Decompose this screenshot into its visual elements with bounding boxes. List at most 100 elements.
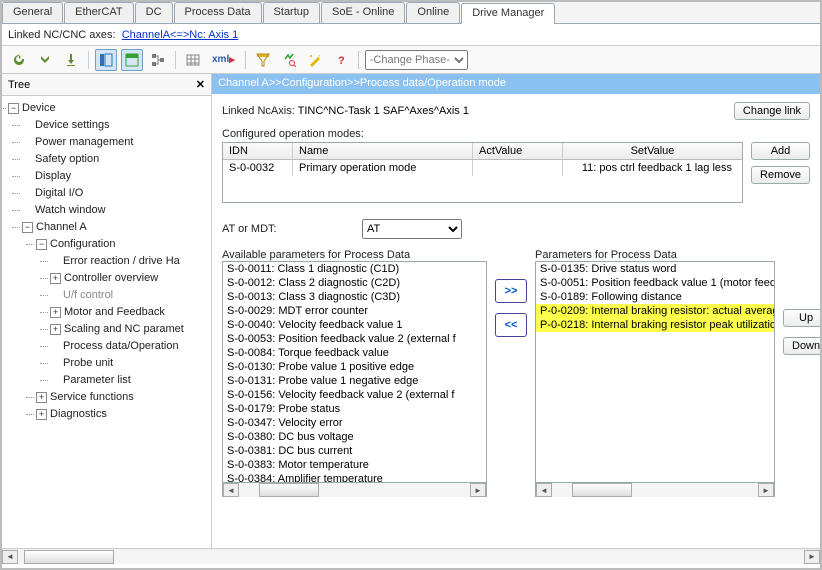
list-item[interactable]: S-0-0013: Class 3 diagnostic (C3D) — [223, 290, 486, 304]
tree-node-device[interactable]: Device — [22, 102, 56, 114]
xml-icon[interactable]: xml▸ — [208, 49, 239, 71]
list-item[interactable]: S-0-0012: Class 2 diagnostic (C2D) — [223, 276, 486, 290]
download-icon[interactable] — [60, 49, 82, 71]
list-item[interactable]: S-0-0135: Drive status word — [536, 262, 774, 276]
atmdt-select[interactable]: AT MDT — [362, 219, 462, 239]
tree-item[interactable]: Power management — [35, 136, 133, 148]
tree-item[interactable]: Motor and Feedback — [64, 306, 165, 318]
close-icon[interactable]: ✕ — [196, 78, 205, 91]
list-item[interactable]: S-0-0084: Torque feedback value — [223, 346, 486, 360]
list-item[interactable]: S-0-0179: Probe status — [223, 402, 486, 416]
tree-item[interactable]: Service functions — [50, 391, 134, 403]
list-item[interactable]: S-0-0156: Velocity feedback value 2 (ext… — [223, 388, 486, 402]
list-item[interactable]: S-0-0381: DC bus current — [223, 444, 486, 458]
tab-general[interactable]: General — [2, 2, 63, 23]
device-tree[interactable]: −Device Device settings Power management… — [2, 96, 211, 548]
tree-item[interactable]: U/f control — [63, 289, 113, 301]
collapse-icon[interactable] — [34, 49, 56, 71]
linked-axes-link[interactable]: ChannelA<=>Nc: Axis 1 — [122, 29, 239, 41]
up-button[interactable]: Up — [783, 309, 820, 327]
scroll-right-icon[interactable]: ► — [758, 483, 774, 497]
expand-icon[interactable]: + — [50, 324, 61, 335]
list-item[interactable]: S-0-0383: Motor temperature — [223, 458, 486, 472]
layout-list-icon[interactable] — [121, 49, 143, 71]
linked-bar: Linked NC/CNC axes: ChannelA<=>Nc: Axis … — [2, 24, 820, 46]
tab-soe-online[interactable]: SoE - Online — [321, 2, 405, 23]
remove-button[interactable]: Remove — [751, 166, 810, 184]
tree-item[interactable]: Scaling and NC paramet — [64, 323, 184, 335]
table-icon[interactable] — [182, 49, 204, 71]
scroll-left-icon[interactable]: ◄ — [2, 550, 18, 564]
tree-node-channel[interactable]: Channel A — [36, 221, 87, 233]
expand-icon[interactable]: + — [36, 392, 47, 403]
search-icon[interactable] — [278, 49, 300, 71]
add-button[interactable]: Add — [751, 142, 810, 160]
phase-select[interactable]: -Change Phase- — [365, 50, 468, 70]
tree-item[interactable]: Digital I/O — [35, 187, 83, 199]
refresh-icon[interactable] — [8, 49, 30, 71]
tree-item[interactable]: Process data/Operation — [63, 340, 179, 352]
opmodes-th-idn[interactable]: IDN — [223, 143, 293, 159]
scroll-right-icon[interactable]: ► — [804, 550, 820, 564]
list-item[interactable]: S-0-0131: Probe value 1 negative edge — [223, 374, 486, 388]
list-item[interactable]: S-0-0130: Probe value 1 positive edge — [223, 360, 486, 374]
opmodes-th-name[interactable]: Name — [293, 143, 473, 159]
tree-item[interactable]: Diagnostics — [50, 408, 107, 420]
expand-icon[interactable]: + — [50, 307, 61, 318]
tree-item[interactable]: Safety option — [35, 153, 99, 165]
scroll-right-icon[interactable]: ► — [470, 483, 486, 497]
separator — [358, 51, 359, 69]
list-item[interactable]: S-0-0040: Velocity feedback value 1 — [223, 318, 486, 332]
tree-item[interactable]: Parameter list — [63, 374, 131, 386]
list-item[interactable]: S-0-0053: Position feedback value 2 (ext… — [223, 332, 486, 346]
selected-list[interactable]: S-0-0135: Drive status wordS-0-0051: Pos… — [535, 261, 775, 483]
tab-ethercat[interactable]: EtherCAT — [64, 2, 133, 23]
tree-header-label: Tree — [8, 79, 30, 91]
tab-startup[interactable]: Startup — [263, 2, 320, 23]
down-button[interactable]: Down — [783, 337, 820, 355]
expand-icon[interactable]: + — [36, 409, 47, 420]
list-item[interactable]: S-0-0384: Amplifier temperature — [223, 472, 486, 483]
tab-dc[interactable]: DC — [135, 2, 173, 23]
filter-icon[interactable] — [252, 49, 274, 71]
expand-icon[interactable]: + — [50, 273, 61, 284]
tree-icon[interactable] — [147, 49, 169, 71]
tree-item[interactable]: Watch window — [35, 204, 106, 216]
help-icon[interactable]: ? — [330, 49, 352, 71]
wizard-icon[interactable] — [304, 49, 326, 71]
add-param-button[interactable]: >> — [495, 279, 527, 303]
opmodes-th-act[interactable]: ActValue — [473, 143, 563, 159]
opmodes-th-set[interactable]: SetValue — [563, 143, 742, 159]
change-link-button[interactable]: Change link — [734, 102, 810, 120]
expand-icon[interactable]: − — [22, 222, 33, 233]
list-item[interactable]: P-0-0218: Internal braking resistor peak… — [536, 318, 774, 332]
scroll-left-icon[interactable]: ◄ — [536, 483, 552, 497]
list-item[interactable]: S-0-0029: MDT error counter — [223, 304, 486, 318]
tree-item[interactable]: Probe unit — [63, 357, 113, 369]
scroll-left-icon[interactable]: ◄ — [223, 483, 239, 497]
tree-item[interactable]: Controller overview — [64, 272, 158, 284]
tab-process-data[interactable]: Process Data — [174, 2, 262, 23]
list-item[interactable]: S-0-0011: Class 1 diagnostic (C1D) — [223, 262, 486, 276]
remove-param-button[interactable]: << — [495, 313, 527, 337]
tab-drive-manager[interactable]: Drive Manager — [461, 3, 555, 24]
expand-icon[interactable]: − — [8, 103, 19, 114]
list-item[interactable]: P-0-0209: Internal braking resistor: act… — [536, 304, 774, 318]
table-row[interactable]: S-0-0032 Primary operation mode 11: pos … — [223, 160, 742, 176]
list-item[interactable]: S-0-0380: DC bus voltage — [223, 430, 486, 444]
tree-item[interactable]: Error reaction / drive Ha — [63, 255, 180, 267]
layout-split-icon[interactable] — [95, 49, 117, 71]
tab-online[interactable]: Online — [406, 2, 460, 23]
h-scrollbar[interactable]: ◄ ► — [222, 483, 487, 497]
list-item[interactable]: S-0-0051: Position feedback value 1 (mot… — [536, 276, 774, 290]
available-list[interactable]: S-0-0011: Class 1 diagnostic (C1D)S-0-00… — [222, 261, 487, 483]
expand-icon[interactable]: − — [36, 239, 47, 250]
separator — [88, 51, 89, 69]
h-scrollbar[interactable]: ◄ ► — [535, 483, 775, 497]
list-item[interactable]: S-0-0347: Velocity error — [223, 416, 486, 430]
tree-node-config[interactable]: Configuration — [50, 238, 115, 250]
list-item[interactable]: S-0-0189: Following distance — [536, 290, 774, 304]
tree-item[interactable]: Display — [35, 170, 71, 182]
window-h-scrollbar[interactable]: ◄ ► — [2, 548, 820, 564]
tree-item[interactable]: Device settings — [35, 119, 110, 131]
